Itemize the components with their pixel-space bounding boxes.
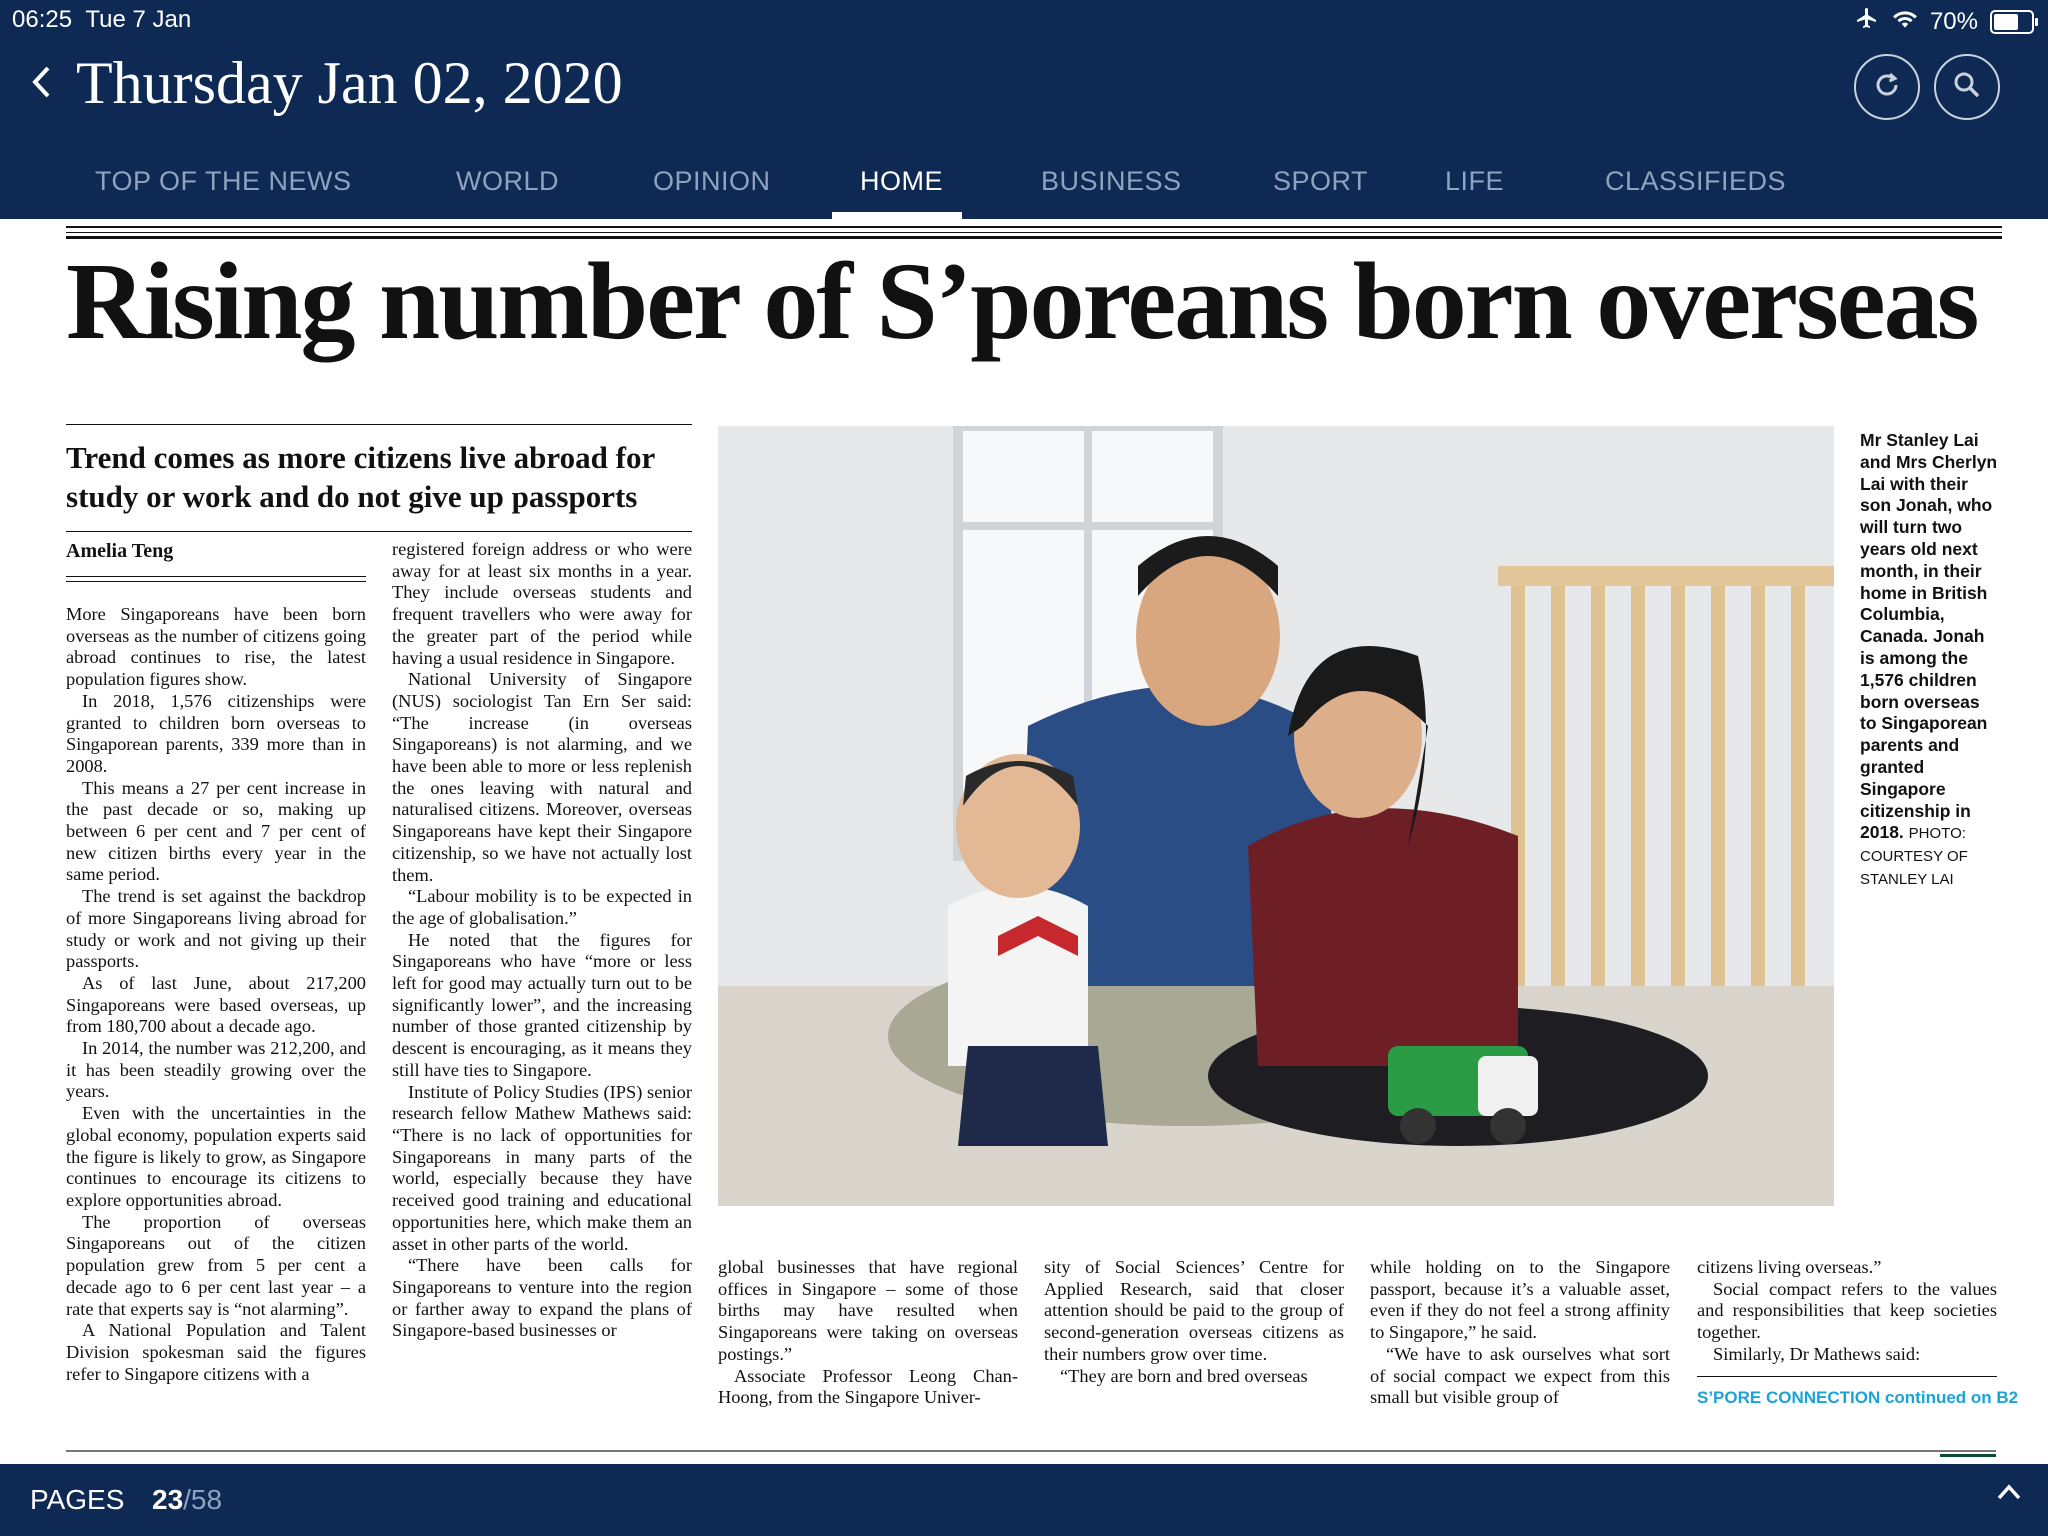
paragraph: while holding on to the Singapore passpo… — [1370, 1257, 1670, 1343]
paragraph: Even with the uncertainties in the globa… — [66, 1103, 366, 1210]
article-column-3: global businesses that have regional off… — [718, 1257, 1018, 1409]
refresh-icon — [1872, 70, 1902, 105]
total-pages: /58 — [183, 1484, 223, 1515]
paragraph: Associate Professor Leong Chan-Hoong, fr… — [718, 1365, 1018, 1408]
paragraph: He noted that the figures for Singaporea… — [392, 929, 692, 1080]
refresh-button[interactable] — [1854, 54, 1920, 120]
article-column-1: More Singaporeans have been born oversea… — [66, 604, 366, 1385]
paragraph: As of last June, about 217,200 Singapore… — [66, 972, 366, 1037]
paragraph: citizens living overseas.” — [1697, 1257, 1882, 1277]
byline-under-rule-2 — [66, 581, 366, 582]
byline-under-rule-1 — [66, 576, 366, 577]
paragraph: The trend is set against the backdrop of… — [66, 886, 366, 972]
current-page: 23 — [152, 1484, 184, 1515]
top-rule — [66, 226, 2002, 228]
top-rule-thin — [66, 232, 2002, 233]
status-indicators: 70% — [1854, 6, 2038, 37]
paragraph: “We have to ask ourselves what sort of s… — [1370, 1343, 1670, 1408]
tab-home[interactable]: HOME — [860, 166, 943, 197]
tab-opinion[interactable]: OPINION — [653, 166, 771, 197]
paragraph: The proportion of overseas Singaporeans … — [66, 1211, 366, 1319]
paragraph: Social compact refers to the values and … — [1697, 1278, 1997, 1343]
battery-icon — [1990, 9, 2038, 34]
status-time: 06:25 Tue 7 Jan — [12, 6, 192, 33]
search-icon — [1952, 70, 1982, 105]
paragraph: “They are born and bred overseas — [1060, 1365, 1308, 1386]
paragraph: “There have been calls for Singaporeans … — [392, 1255, 692, 1341]
expand-pages-button[interactable] — [1996, 1482, 2022, 1507]
search-button[interactable] — [1934, 54, 2000, 120]
photo-caption: Mr Stanley Lai and Mrs Cherlyn Lai with … — [1860, 430, 2000, 891]
continued-link[interactable]: S’PORE CONNECTION continued on B2 — [1697, 1388, 2018, 1408]
wifi-icon — [1892, 8, 1918, 36]
article-subhead: Trend comes as more citizens live abroad… — [66, 440, 655, 514]
paragraph: In 2018, 1,576 citizenships were granted… — [66, 690, 366, 776]
article-column-2: registered foreign address or who were a… — [392, 539, 692, 1342]
paragraph: In 2014, the number was 212,200, and it … — [66, 1038, 366, 1102]
paragraph: sity of Social Sciences’ Centre for Appl… — [1044, 1257, 1344, 1364]
section-tabs: TOP OF THE NEWS WORLD OPINION HOME BUSIN… — [0, 150, 2048, 218]
tab-business[interactable]: BUSINESS — [1041, 166, 1182, 197]
active-tab-indicator — [832, 212, 962, 219]
paragraph: “Labour mobility is to be expected in th… — [392, 886, 692, 928]
page-bottom-marker — [1940, 1454, 1996, 1457]
tab-life[interactable]: LIFE — [1445, 166, 1504, 197]
paragraph: More Singaporeans have been born oversea… — [66, 604, 366, 690]
airplane-icon — [1854, 6, 1880, 37]
page-indicator: 23/58 — [152, 1484, 222, 1516]
continued-rule — [1697, 1376, 1997, 1377]
tab-classifieds[interactable]: CLASSIFIEDS — [1605, 166, 1786, 197]
top-bar: 06:25 Tue 7 Jan 70% Thursday Jan 02, 202… — [0, 0, 2048, 219]
issue-date-title: Thursday Jan 02, 2020 — [76, 49, 623, 116]
paragraph: Similarly, Dr Mathews said: — [1713, 1343, 1921, 1364]
tab-top-of-the-news[interactable]: TOP OF THE NEWS — [95, 166, 352, 197]
bottom-bar: PAGES 23/58 — [0, 1464, 2048, 1536]
battery-percent: 70% — [1929, 7, 1978, 35]
paragraph: National University of Singapore (NUS) s… — [392, 669, 692, 885]
subhead-rule — [66, 424, 692, 425]
article-byline: Amelia Teng — [66, 540, 174, 562]
tab-world[interactable]: WORLD — [456, 166, 559, 197]
article-column-6: citizens living overseas.” Social compac… — [1697, 1257, 1997, 1366]
article-column-4: sity of Social Sciences’ Centre for Appl… — [1044, 1257, 1344, 1387]
caption-text: Mr Stanley Lai and Mrs Cherlyn Lai with … — [1860, 430, 1998, 843]
article-photo[interactable] — [718, 426, 1834, 1206]
status-bar: 06:25 Tue 7 Jan 70% — [0, 0, 2048, 40]
paragraph: This means a 27 per cent increase in the… — [66, 777, 366, 885]
article-headline: Rising number of S’poreans born overseas — [66, 240, 1979, 362]
paragraph: registered foreign address or who were a… — [392, 539, 692, 668]
paragraph: global businesses that have regional off… — [718, 1257, 1018, 1364]
byline-rule — [66, 531, 692, 532]
back-button[interactable] — [30, 56, 52, 110]
pages-button[interactable]: PAGES — [30, 1484, 124, 1516]
tab-sport[interactable]: SPORT — [1273, 166, 1368, 197]
paragraph: A National Population and Talent Divisio… — [66, 1320, 366, 1384]
article-column-5: while holding on to the Singapore passpo… — [1370, 1257, 1670, 1409]
page-bottom-rule — [66, 1450, 1996, 1452]
chevron-up-icon — [1996, 1484, 2022, 1506]
paragraph: Institute of Policy Studies (IPS) senior… — [392, 1081, 692, 1254]
